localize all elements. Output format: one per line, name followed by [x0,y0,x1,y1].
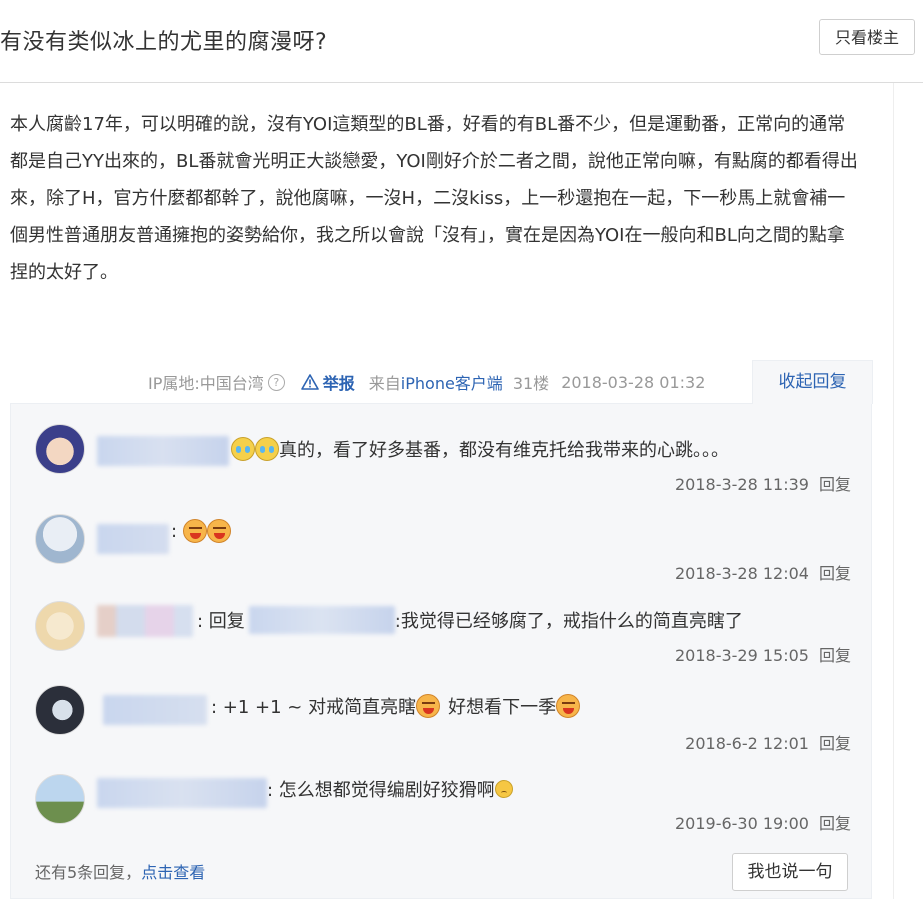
laugh-icon [207,519,232,543]
reply-text-after: 好想看下一季 [448,697,557,718]
username[interactable] [97,778,267,808]
ip-location: IP属地:中国台湾 [148,374,264,393]
reply-time: 2018-6-2 12:01 [685,734,809,753]
reply-button[interactable]: 回复 [819,564,851,583]
reply-meta: 2018-3-29 15:05 回复 [675,642,851,666]
reply-time: 2018-3-28 12:04 [674,564,809,583]
avatar[interactable] [35,514,85,564]
reply-button[interactable]: 回复 [819,734,851,753]
thread-title: 有没有类似冰上的尤里的腐漫呀? [0,30,328,55]
username[interactable] [97,524,169,554]
reply-meta: 2018-3-28 12:04 回复 [675,560,851,584]
reply-meta: 2019-6-30 19:00 回复 [675,810,851,834]
avatar[interactable] [35,601,85,651]
post-time: 2018-03-28 01:32 [561,372,706,392]
laugh-icon [556,694,581,718]
floor-number: 31楼 [512,374,550,393]
sad-icon [494,780,513,798]
reply-list: 真的，看了好多基番，都没有维克托给我带来的心跳。。。 2018-3-28 11:… [10,403,872,899]
reply-item: 真的，看了好多基番，都没有维克托给我带来的心跳。。。 2018-3-28 11:… [35,424,851,494]
reply-time: 2019-6-30 19:00 [674,814,809,833]
laugh-icon [416,694,441,718]
username[interactable] [97,605,193,637]
thread-header: 有没有类似冰上的尤里的腐漫呀? 只看楼主 [0,0,923,83]
avatar[interactable] [35,424,85,474]
reply-text: : 怎么想都觉得编剧好狡猾啊 [267,780,495,801]
username[interactable] [103,695,207,725]
reply-item: : +1 +1 ~ 对戒简直亮瞎 好想看下一季 2018-6-2 12:01 回复 [35,685,851,755]
post-meta: IP属地:中国台湾 ? 举报 来自iPhone客户端 31楼 2018-03-2… [148,368,705,396]
client-link[interactable]: iPhone客户端 [401,374,503,393]
reply-item: : 回复 :我觉得已经够腐了，戒指什么的简直亮瞎了 2018-3-29 15:0… [35,601,851,671]
collapse-replies-button[interactable]: 收起回复 [752,360,873,404]
reply-time: 2018-3-28 11:39 [674,475,809,494]
view-more-link[interactable]: 点击查看 [141,863,205,882]
reply-prefix: : 回复 [197,611,245,632]
report-link[interactable]: 举报 [300,370,355,394]
reply-item: : 怎么想都觉得编剧好狡猾啊 2019-6-30 19:00 回复 [35,774,851,844]
client-source: 来自iPhone客户端 [368,374,503,393]
reply-button[interactable]: 回复 [819,646,851,665]
only-op-button[interactable]: 只看楼主 [819,19,915,55]
reply-target-user[interactable] [248,606,395,634]
reply-content: 真的，看了好多基番，都没有维克托给我带来的心跳。。。 [231,434,729,464]
username[interactable] [97,436,229,466]
reply-item: : 2018-3-28 12:04 回复 [35,514,851,584]
add-reply-button[interactable]: 我也说一句 [732,853,848,891]
reply-meta: 2018-3-28 11:39 回复 [675,471,851,495]
reply-content: : 怎么想都觉得编剧好狡猾啊 [267,774,513,804]
more-replies: 还有5条回复，点击查看 [35,859,205,883]
cry-icon [231,437,255,461]
reply-content: : 回复 :我觉得已经够腐了，戒指什么的简直亮瞎了 [197,605,743,635]
divider [893,83,894,899]
laugh-icon [183,519,208,543]
reply-text: : +1 +1 ~ 对戒简直亮瞎 [211,697,417,718]
reply-text: :我觉得已经够腐了，戒指什么的简直亮瞎了 [394,611,743,632]
reply-button[interactable]: 回复 [819,475,851,494]
reply-time: 2018-3-29 15:05 [674,646,809,665]
avatar[interactable] [35,774,85,824]
reply-text: : [171,520,178,542]
reply-content: : [171,516,232,546]
reply-content: : +1 +1 ~ 对戒简直亮瞎 好想看下一季 [211,691,581,721]
avatar[interactable] [35,685,85,735]
reply-meta: 2018-6-2 12:01 回复 [685,730,851,754]
reply-button[interactable]: 回复 [819,814,851,833]
post-content: 本人腐齡17年，可以明確的說，沒有YOI這類型的BL番，好看的有BL番不少，但是… [10,114,858,283]
report-label: 举报 [322,374,355,393]
reply-text: 真的，看了好多基番，都没有维克托给我带来的心跳。。。 [279,440,729,461]
more-replies-text: 还有5条回复， [35,863,142,882]
cry-icon [255,437,279,461]
warning-icon [300,374,319,390]
help-icon[interactable]: ? [267,373,285,391]
